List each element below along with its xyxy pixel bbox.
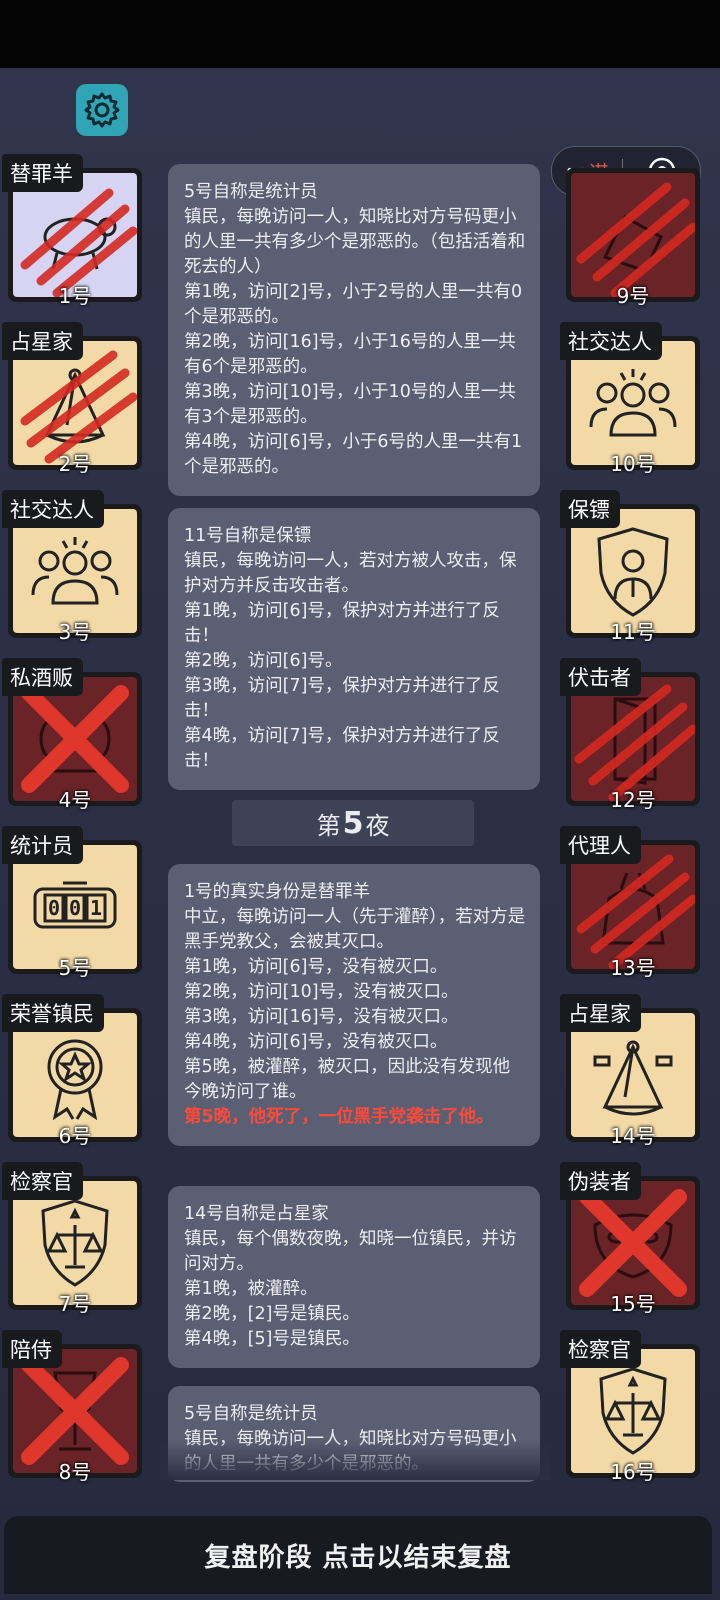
message-line: 第5晚，被灌醉，被灭口，因此没有发现他今晚访问了谁。 [184, 1057, 511, 1102]
scroll-fade [160, 1440, 550, 1480]
medal-icon [47, 1039, 103, 1121]
message-line: 第4晚，访问[6]号，没有被灭口。 [184, 1032, 448, 1052]
role-label: 社交达人 [560, 322, 662, 360]
end-review-button[interactable]: 复盘阶段 点击以结束复盘 [4, 1516, 712, 1594]
player-card-16[interactable]: 检察官 16号 [560, 1330, 700, 1484]
role-label: 私酒贩 [2, 658, 83, 696]
role-label: 伪装者 [560, 1162, 641, 1200]
player-number: 14号 [610, 1124, 656, 1148]
player-card-15[interactable]: 伪装者 15号 [560, 1162, 700, 1316]
player-number: 16号 [610, 1460, 656, 1484]
message-line: 第2晚，访问[16]号，小于16号的人里一共有6个是邪恶的。 [184, 332, 516, 377]
player-card-7[interactable]: 检察官 7号 [2, 1162, 142, 1316]
message-title: 1号的真实身份是替罪羊 [184, 882, 371, 902]
message-title: 5号自称是统计员 [184, 1404, 318, 1424]
player-number: 15号 [610, 1292, 656, 1316]
message-line: 第4晚，访问[7]号，保护对方并进行了反击！ [184, 726, 500, 771]
role-label: 社交达人 [2, 490, 104, 528]
player-card-4[interactable]: 私酒贩 4号 [2, 658, 142, 812]
player-card-5[interactable]: 001 统计员 5号 [2, 826, 142, 980]
death-alert: 第5晚，他死了，一位黑手党袭击了他。 [184, 1107, 494, 1127]
message-line: 第2晚，[2]号是镇民。 [184, 1304, 360, 1324]
player-card-13[interactable]: 代理人 13号 [560, 826, 700, 980]
log-message-1: 5号自称是统计员 镇民，每晚访问一人，知晓比对方号码更小的人里一共有多少个是邪恶… [168, 164, 540, 496]
player-number: 12号 [610, 788, 656, 812]
gear-icon [84, 92, 120, 128]
people-group-icon [589, 369, 677, 437]
bodyguard-shield-icon [597, 527, 669, 617]
svg-text:0: 0 [48, 896, 60, 920]
player-number: 3号 [58, 620, 92, 644]
player-number: 5号 [58, 956, 92, 980]
player-card-12[interactable]: 伏击者 12号 [560, 658, 700, 812]
status-bar [0, 0, 720, 68]
message-title: 14号自称是占星家 [184, 1204, 329, 1224]
role-label: 荣誉镇民 [2, 994, 104, 1032]
message-line: 第1晚，被灌醉。 [184, 1279, 318, 1299]
role-label: 统计员 [2, 826, 83, 864]
log-message-3: 1号的真实身份是替罪羊 中立，每晚访问一人（先于灌醉），若对方是黑手党教父，会被… [168, 864, 540, 1146]
player-number: 13号 [610, 956, 656, 980]
player-number: 4号 [58, 788, 92, 812]
night-label-pre: 第 [316, 811, 341, 840]
player-number: 8号 [58, 1460, 92, 1484]
player-card-9[interactable]: 9号 [560, 162, 700, 308]
message-line: 第4晚，[5]号是镇民。 [184, 1329, 360, 1349]
message-line: 第1晚，访问[6]号，没有被灭口。 [184, 957, 448, 977]
people-group-icon [31, 537, 119, 605]
night-number: 5 [342, 805, 364, 841]
player-number: 2号 [58, 452, 92, 476]
role-label: 保镖 [560, 490, 620, 528]
role-label: 占星家 [560, 994, 641, 1032]
scales-badge-icon [41, 1199, 109, 1287]
message-line: 第2晚，访问[10]号，没有被灭口。 [184, 982, 459, 1002]
player-number: 10号 [610, 452, 656, 476]
player-card-10[interactable]: 社交达人 10号 [560, 322, 700, 476]
role-label: 检察官 [2, 1162, 83, 1200]
player-number: 11号 [610, 620, 656, 644]
message-line: 第3晚，访问[10]号，小于10号的人里一共有3个是邪恶的。 [184, 382, 516, 427]
message-title: 11号自称是保镖 [184, 526, 312, 546]
svg-text:1: 1 [90, 896, 102, 920]
role-label: 占星家 [2, 322, 83, 360]
role-label: 替罪羊 [2, 154, 83, 192]
player-card-6[interactable]: 荣誉镇民 6号 [2, 994, 142, 1148]
message-line: 镇民，每晚访问一人，知晓比对方号码更小的人里一共有多少个是邪恶的。（包括活着和死… [184, 207, 526, 277]
message-line: 第3晚，访问[7]号，保护对方并进行了反击！ [184, 676, 500, 721]
message-line: 第4晚，访问[6]号，小于6号的人里一共有1个是邪恶的。 [184, 432, 523, 477]
role-label: 检察官 [560, 1330, 641, 1368]
scales-badge-icon [599, 1367, 667, 1455]
message-line: 镇民，每个偶数夜晚，知晓一位镇民，并访问对方。 [184, 1229, 517, 1274]
settings-button[interactable] [76, 84, 128, 136]
player-number: 1号 [58, 284, 92, 308]
message-line: 第3晚，访问[16]号，没有被灭口。 [184, 1007, 459, 1027]
player-card-1[interactable]: 替罪羊 1号 [2, 154, 142, 308]
message-line: 第1晚，访问[2]号，小于2号的人里一共有0个是邪恶的。 [184, 282, 523, 327]
player-card-2[interactable]: 占星家 2号 [2, 322, 142, 476]
night-divider: 第 5 夜 [232, 800, 474, 846]
role-label: 伏击者 [560, 658, 641, 696]
player-card-14[interactable]: 占星家 14号 [560, 994, 700, 1148]
sextant-icon [593, 1040, 673, 1116]
role-label: 陪侍 [2, 1330, 62, 1368]
player-card-8[interactable]: 陪侍 8号 [2, 1330, 142, 1484]
message-line: 镇民，每晚访问一人，若对方被人攻击，保护对方并反击攻击者。 [184, 551, 517, 596]
player-number: 9号 [616, 284, 650, 308]
player-card-3[interactable]: 社交达人 3号 [2, 490, 142, 644]
claw-marks [576, 182, 695, 297]
night-label-post: 夜 [365, 811, 390, 840]
svg-text:0: 0 [69, 896, 81, 920]
player-number: 7号 [58, 1292, 92, 1316]
message-line: 第1晚，访问[6]号，保护对方并进行了反击！ [184, 601, 500, 646]
player-number: 6号 [58, 1124, 92, 1148]
player-card-11[interactable]: 保镖 11号 [560, 490, 700, 644]
role-label: 代理人 [560, 826, 641, 864]
message-line: 中立，每晚访问一人（先于灌醉），若对方是黑手党教父，会被其灭口。 [184, 907, 526, 952]
log-message-2: 11号自称是保镖 镇民，每晚访问一人，若对方被人攻击，保护对方并反击攻击者。 第… [168, 508, 540, 790]
counter-icon: 001 [33, 881, 117, 929]
log-message-4: 14号自称是占星家 镇民，每个偶数夜晚，知晓一位镇民，并访问对方。 第1晚，被灌… [168, 1186, 540, 1368]
message-line: 第2晚，访问[6]号。 [184, 651, 343, 671]
message-title: 5号自称是统计员 [184, 182, 318, 202]
